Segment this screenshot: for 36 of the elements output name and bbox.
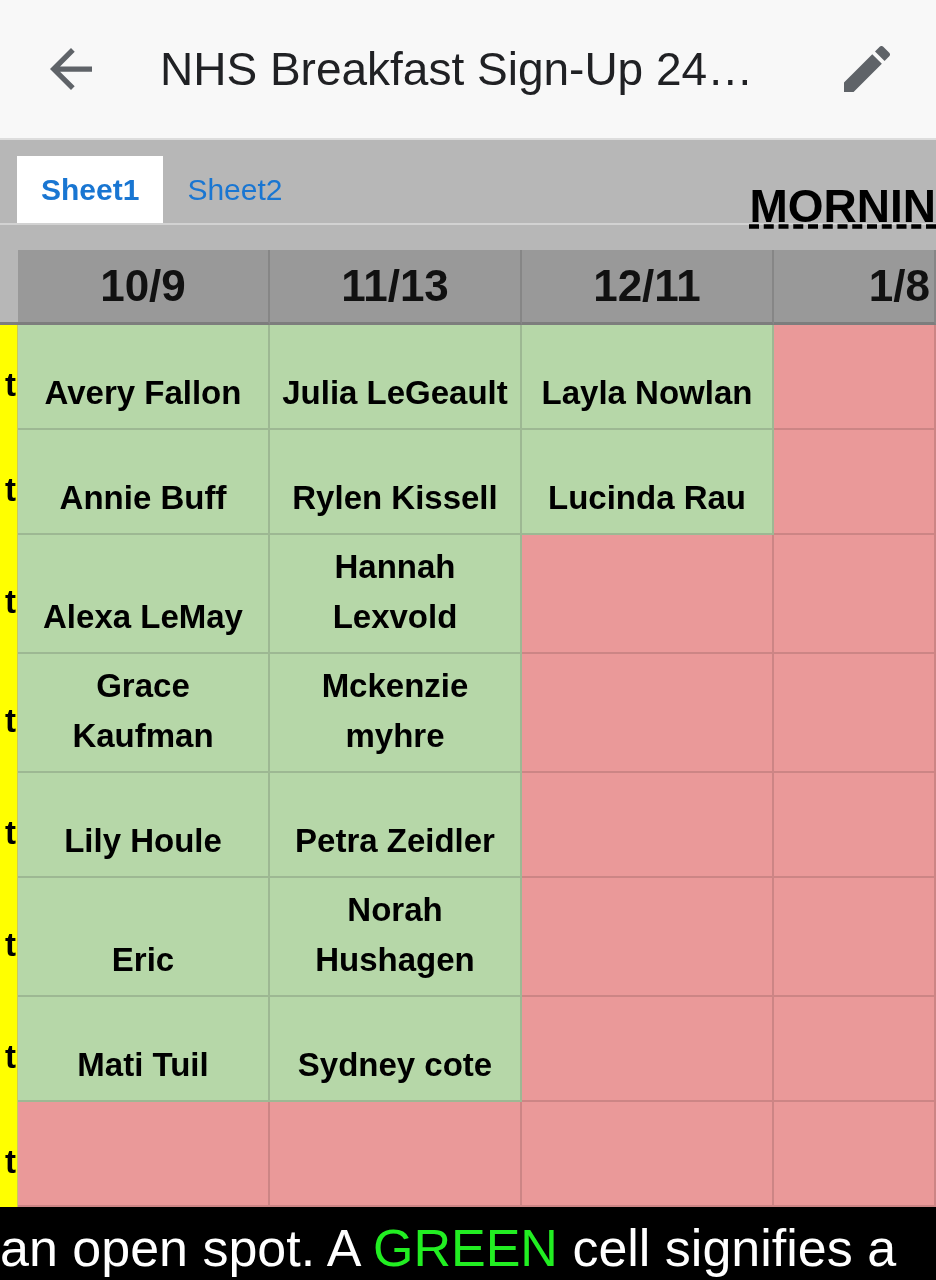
sheet-tab[interactable]: Sheet1 xyxy=(17,156,164,223)
name-cell: Mckenzie myhre xyxy=(270,654,522,773)
sheet-title-text: MORNIN xyxy=(749,183,936,229)
name-cell: Julia LeGeault xyxy=(270,325,522,430)
name-cell: Lucinda Rau xyxy=(522,430,774,535)
back-button[interactable] xyxy=(50,48,92,90)
back-arrow-icon xyxy=(50,48,92,90)
row-label-cell: t xyxy=(0,878,18,997)
name-cell: Sydney cote xyxy=(270,997,522,1102)
caption-text: an open spot. A GREEN cell signifies a xyxy=(0,1218,898,1279)
row-label-cell: t xyxy=(0,654,18,773)
column-header: 11/13 xyxy=(270,250,522,325)
name-cell: Mati Tuil xyxy=(18,997,270,1102)
name-cell: Layla Nowlan xyxy=(522,325,774,430)
column-header: 10/9 xyxy=(18,250,270,325)
name-cell: Annie Buff xyxy=(18,430,270,535)
pencil-icon xyxy=(844,46,890,92)
edit-button[interactable] xyxy=(844,46,890,92)
row-label-cell: t xyxy=(0,1102,18,1207)
row-label-cell: t xyxy=(0,997,18,1102)
name-cell: Rylen Kissell xyxy=(270,430,522,535)
name-cell: Hannah Lexvold xyxy=(270,535,522,654)
row-label-cell: t xyxy=(0,535,18,654)
name-cell: Lily Houle xyxy=(18,773,270,878)
name-cell: Avery Fallon xyxy=(18,325,270,430)
row-label-cell: t xyxy=(0,325,18,430)
name-cell: Petra Zeidler xyxy=(270,773,522,878)
name-cell: Eric xyxy=(18,878,270,997)
name-cell: Grace Kaufman xyxy=(18,654,270,773)
row-label-cell: t xyxy=(0,430,18,535)
name-cell: Norah Hushagen xyxy=(270,878,522,997)
column-header: 12/11 xyxy=(522,250,774,325)
document-title: NHS Breakfast Sign-Up 24… xyxy=(160,42,755,96)
column-header: 1/8 xyxy=(774,250,936,325)
name-cell: Alexa LeMay xyxy=(18,535,270,654)
row-label-cell: t xyxy=(0,773,18,878)
